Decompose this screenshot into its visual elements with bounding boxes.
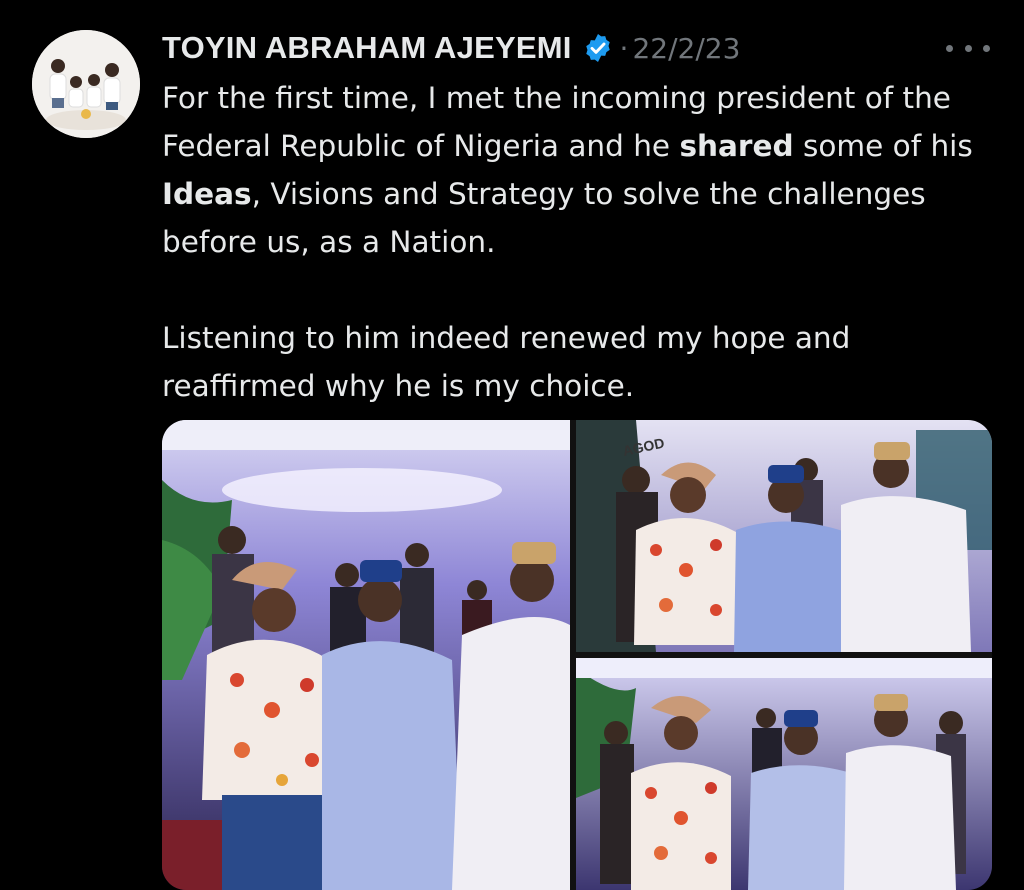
post-paragraph-1: For the first time, I met the incoming p… — [162, 81, 973, 259]
author-name[interactable]: TOYIN ABRAHAM AJEYEMI — [162, 30, 572, 66]
post-text: For the first time, I met the incoming p… — [162, 74, 1012, 410]
verified-badge-icon — [585, 34, 610, 62]
post-date[interactable]: 22/2/23 — [632, 32, 740, 65]
media-grid: AGOD — [162, 420, 992, 890]
post-paragraph-2: Listening to him indeed renewed my hope … — [162, 321, 851, 403]
photo-2[interactable]: AGOD — [576, 420, 992, 652]
bold-word-ideas: Ideas — [162, 177, 252, 211]
author-avatar[interactable] — [32, 30, 140, 138]
bold-word-shared: shared — [679, 129, 794, 163]
photo-1[interactable] — [162, 420, 570, 890]
more-options-icon[interactable] — [946, 40, 990, 56]
photo-3[interactable] — [576, 658, 992, 890]
separator-dot: · — [619, 31, 629, 65]
post-header: TOYIN ABRAHAM AJEYEMI · 22/2/23 — [162, 28, 740, 68]
